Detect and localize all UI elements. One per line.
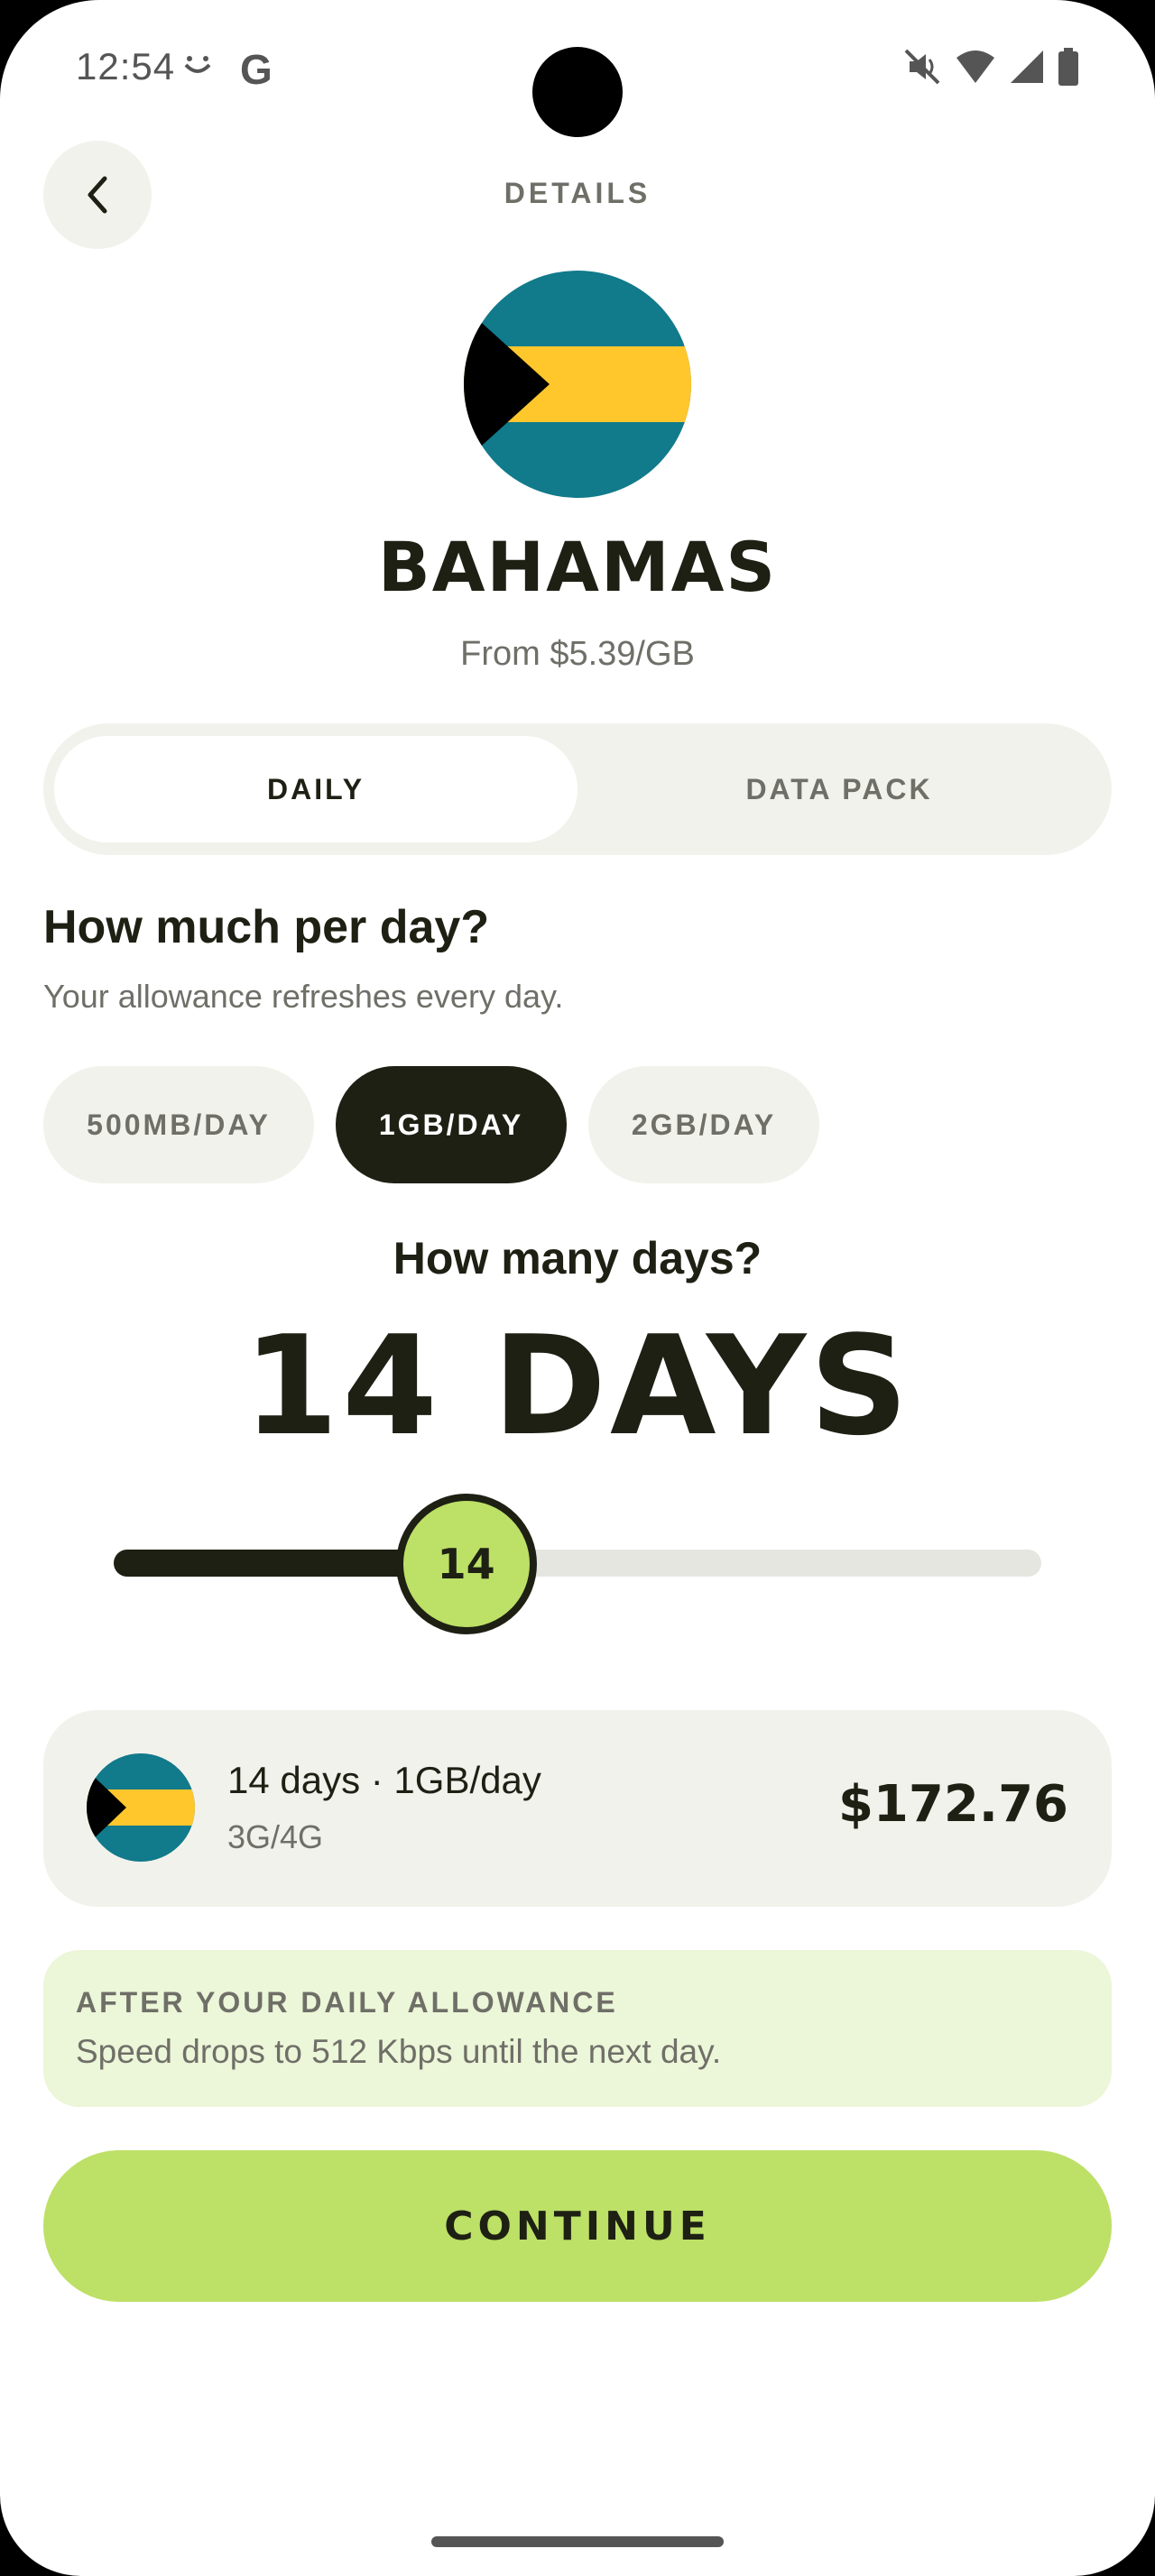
allowance-subtitle: Your allowance refreshes every day. <box>43 978 564 1015</box>
page-title: DETAILS <box>504 177 651 209</box>
smile-icon <box>184 56 211 73</box>
phone-screen: 12:54 G DETAILS BAHAMAS From $5.39/GB DA… <box>0 0 1155 2576</box>
wifi-icon <box>956 51 994 83</box>
days-slider-track[interactable] <box>114 1550 1041 1577</box>
info-text: Speed drops to 512 Kbps until the next d… <box>76 2033 722 2070</box>
plan-summary-card: 14 days · 1GB/day 3G/4G $172.76 <box>43 1710 1112 1907</box>
bahamas-flag-icon <box>464 271 691 498</box>
google-icon: G <box>240 46 273 93</box>
bahamas-flag-small-icon <box>87 1753 195 1862</box>
tab-daily[interactable]: DAILY <box>54 736 578 842</box>
continue-button[interactable]: CONTINUE <box>43 2150 1112 2302</box>
days-title: How many days? <box>393 1233 762 1283</box>
signal-icon <box>1011 51 1043 83</box>
price-from: From $5.39/GB <box>460 635 695 673</box>
plan-type-tabs: DAILY DATA PACK <box>43 723 1112 855</box>
allowance-title: How much per day? <box>43 901 490 953</box>
allowance-info-box: AFTER YOUR DAILY ALLOWANCE Speed drops t… <box>43 1950 1112 2107</box>
plan-price: $172.76 <box>837 1775 1068 1834</box>
country-name: BAHAMAS <box>377 527 778 607</box>
plan-description: 14 days · 1GB/day <box>227 1759 541 1801</box>
status-bar: 12:54 G <box>0 0 1155 137</box>
chip-1gb[interactable]: 1GB/DAY <box>336 1066 567 1183</box>
days-slider-thumb[interactable]: 14 <box>395 1494 537 1634</box>
chip-500mb[interactable]: 500MB/DAY <box>43 1066 314 1183</box>
status-icons <box>902 47 1079 87</box>
tab-data-pack[interactable]: DATA PACK <box>578 736 1101 842</box>
home-indicator <box>431 2536 724 2547</box>
chip-2gb[interactable]: 2GB/DAY <box>588 1066 819 1183</box>
days-value: 14 DAYS <box>243 1306 912 1466</box>
camera-cutout <box>532 47 623 137</box>
mute-icon <box>904 49 940 85</box>
battery-icon <box>1058 48 1078 86</box>
network-type: 3G/4G <box>227 1818 324 1855</box>
status-time: 12:54 <box>76 45 176 87</box>
info-title: AFTER YOUR DAILY ALLOWANCE <box>76 1986 618 2019</box>
